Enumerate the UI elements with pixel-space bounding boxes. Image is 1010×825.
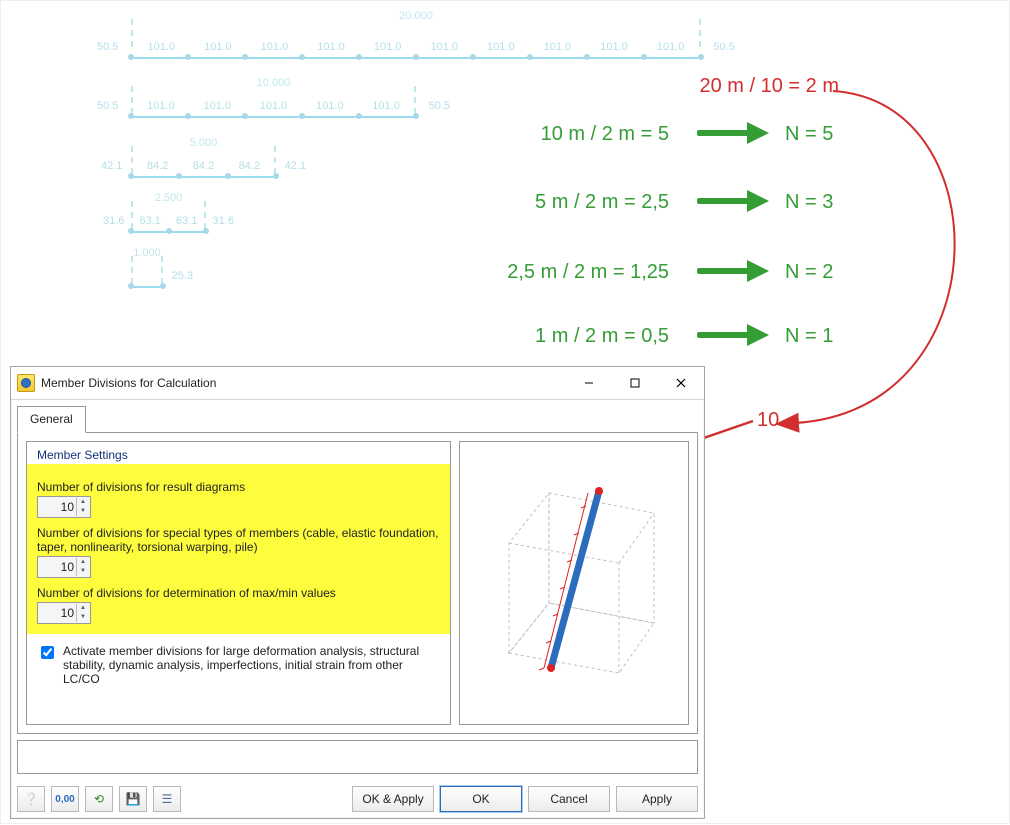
group-title: Member Settings xyxy=(27,442,450,464)
refresh-button[interactable]: ⟲ xyxy=(85,786,113,812)
refresh-icon: ⟲ xyxy=(94,792,104,806)
info-bar xyxy=(17,740,698,774)
maximize-button[interactable] xyxy=(612,367,658,399)
eq-right-3: N = 2 xyxy=(785,261,833,284)
highlighted-settings: Number of divisions for result diagrams … xyxy=(27,464,450,634)
list-icon: ☰ xyxy=(162,792,173,806)
ten-label: 10 xyxy=(757,409,779,432)
segment-length: 10.000 xyxy=(131,77,416,89)
activate-divisions-input[interactable] xyxy=(41,646,54,659)
red-equation: 20 m / 10 = 2 m xyxy=(699,75,839,98)
activate-divisions-checkbox[interactable]: Activate member divisions for large defo… xyxy=(27,634,450,696)
units-icon: 0,00 xyxy=(55,794,74,805)
segment-length: 1.000 xyxy=(116,247,178,259)
member-divisions-dialog: Member Divisions for Calculation General… xyxy=(10,366,705,819)
divisions-maxmin-spin[interactable]: 10 ▲▼ xyxy=(37,602,91,624)
segment-5m: 5.000 42.1 84.2 84.2 84.2 42.1 xyxy=(131,146,276,186)
list-button[interactable]: ☰ xyxy=(153,786,181,812)
eq-left-2: 5 m / 2 m = 2,5 xyxy=(535,191,669,214)
eq-left-4: 1 m / 2 m = 0,5 xyxy=(535,325,669,348)
save-icon: 💾 xyxy=(126,792,141,806)
checkbox-label: Activate member divisions for large defo… xyxy=(63,644,440,686)
segment-20m: 20.000 50.5 101.0 101.0 101.0 101.0 101.… xyxy=(131,19,701,59)
divisions-result-diagrams-spin[interactable]: 10 ▲▼ xyxy=(37,496,91,518)
eq-right-2: N = 3 xyxy=(785,191,833,214)
app-icon xyxy=(17,374,35,392)
minimize-button[interactable] xyxy=(566,367,612,399)
dialog-title: Member Divisions for Calculation xyxy=(41,376,216,390)
segment-10m: 10.000 50.5 101.0 101.0 101.0 101.0 101.… xyxy=(131,86,416,126)
preview-3d xyxy=(459,441,689,725)
arrow-icon xyxy=(697,121,769,145)
help-icon: ❔ xyxy=(24,792,39,806)
eq-right-4: N = 1 xyxy=(785,325,833,348)
arrow-icon xyxy=(697,323,769,347)
ok-apply-button[interactable]: OK & Apply xyxy=(352,786,434,812)
segment-length: 20.000 xyxy=(131,10,701,22)
segment-length: 2.500 xyxy=(131,192,206,204)
ok-button[interactable]: OK xyxy=(440,786,522,812)
segment-length: 5.000 xyxy=(131,137,276,149)
close-button[interactable] xyxy=(658,367,704,399)
field-label-2: Number of divisions for special types of… xyxy=(37,526,440,554)
help-button[interactable]: ❔ xyxy=(17,786,45,812)
apply-button[interactable]: Apply xyxy=(616,786,698,812)
titlebar[interactable]: Member Divisions for Calculation xyxy=(11,367,704,400)
arrow-icon xyxy=(697,259,769,283)
field-label-1: Number of divisions for result diagrams xyxy=(37,480,440,494)
arrow-icon xyxy=(697,189,769,213)
divisions-special-members-spin[interactable]: 10 ▲▼ xyxy=(37,556,91,578)
units-button[interactable]: 0,00 xyxy=(51,786,79,812)
settings-panel: Member Settings Number of divisions for … xyxy=(26,441,451,725)
eq-right-1: N = 5 xyxy=(785,123,833,146)
segment-2-5m: 2.500 31.6 63.1 63.1 31.6 xyxy=(131,201,206,241)
eq-left-3: 2,5 m / 2 m = 1,25 xyxy=(507,261,669,284)
field-label-3: Number of divisions for determination of… xyxy=(37,586,440,600)
segment-1m: 1.000 25.3 xyxy=(131,256,163,296)
save-tool-button[interactable]: 💾 xyxy=(119,786,147,812)
tab-general[interactable]: General xyxy=(17,406,86,433)
eq-left-1: 10 m / 2 m = 5 xyxy=(541,123,669,146)
cancel-button[interactable]: Cancel xyxy=(528,786,610,812)
